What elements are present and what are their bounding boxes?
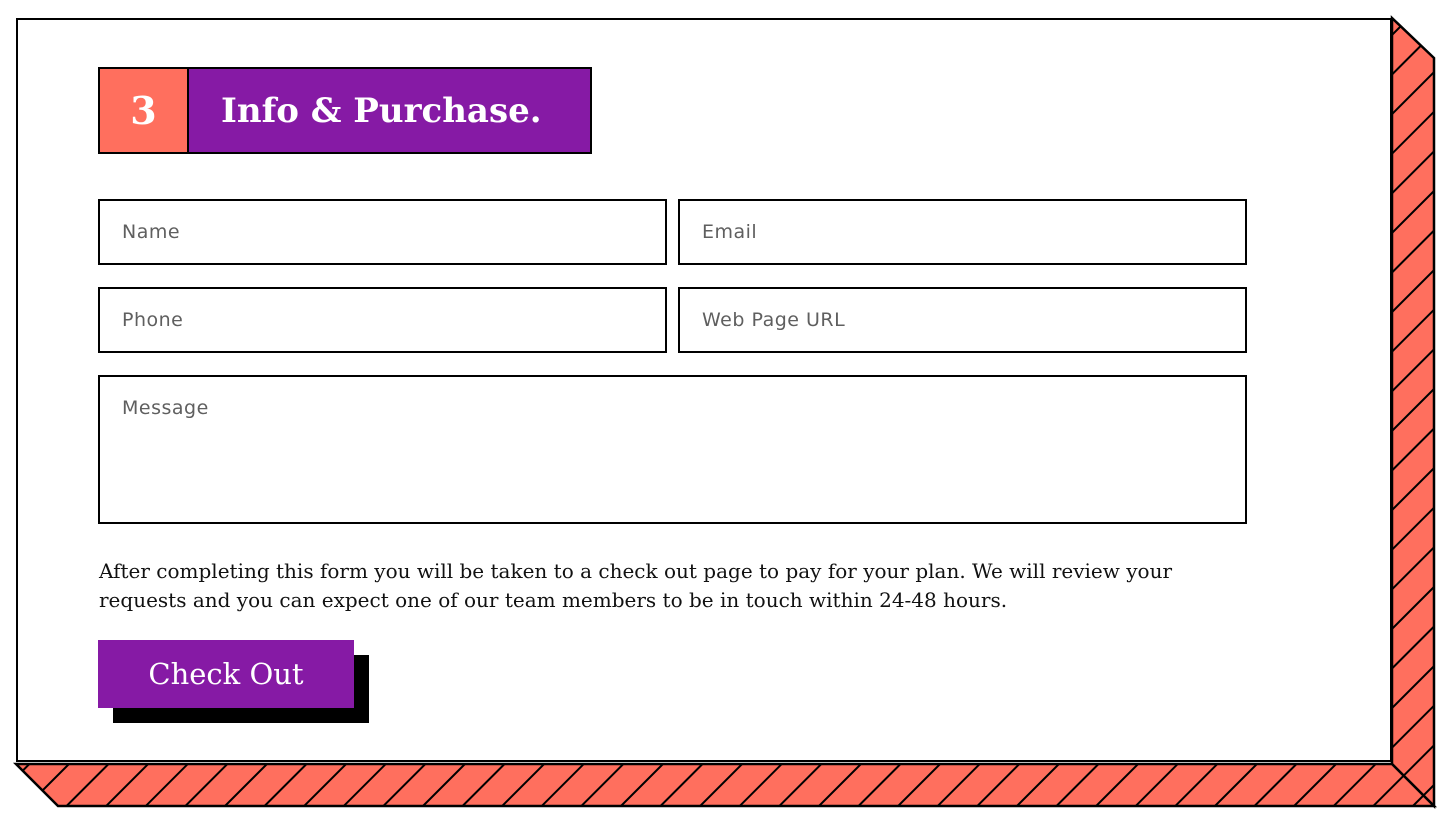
message-textarea[interactable]: [98, 375, 1247, 524]
form-panel: 3 Info & Purchase. After completing this…: [0, 0, 1456, 831]
web-page-url-input[interactable]: [678, 287, 1247, 353]
checkout-button[interactable]: Check Out: [98, 640, 354, 708]
step-title: Info & Purchase.: [189, 69, 590, 152]
checkout-info-text: After completing this form you will be t…: [99, 559, 1173, 612]
email-input[interactable]: [678, 199, 1247, 265]
step-number: 3: [100, 69, 189, 152]
name-input[interactable]: [98, 199, 667, 265]
step-header: 3 Info & Purchase.: [98, 67, 592, 154]
phone-input[interactable]: [98, 287, 667, 353]
